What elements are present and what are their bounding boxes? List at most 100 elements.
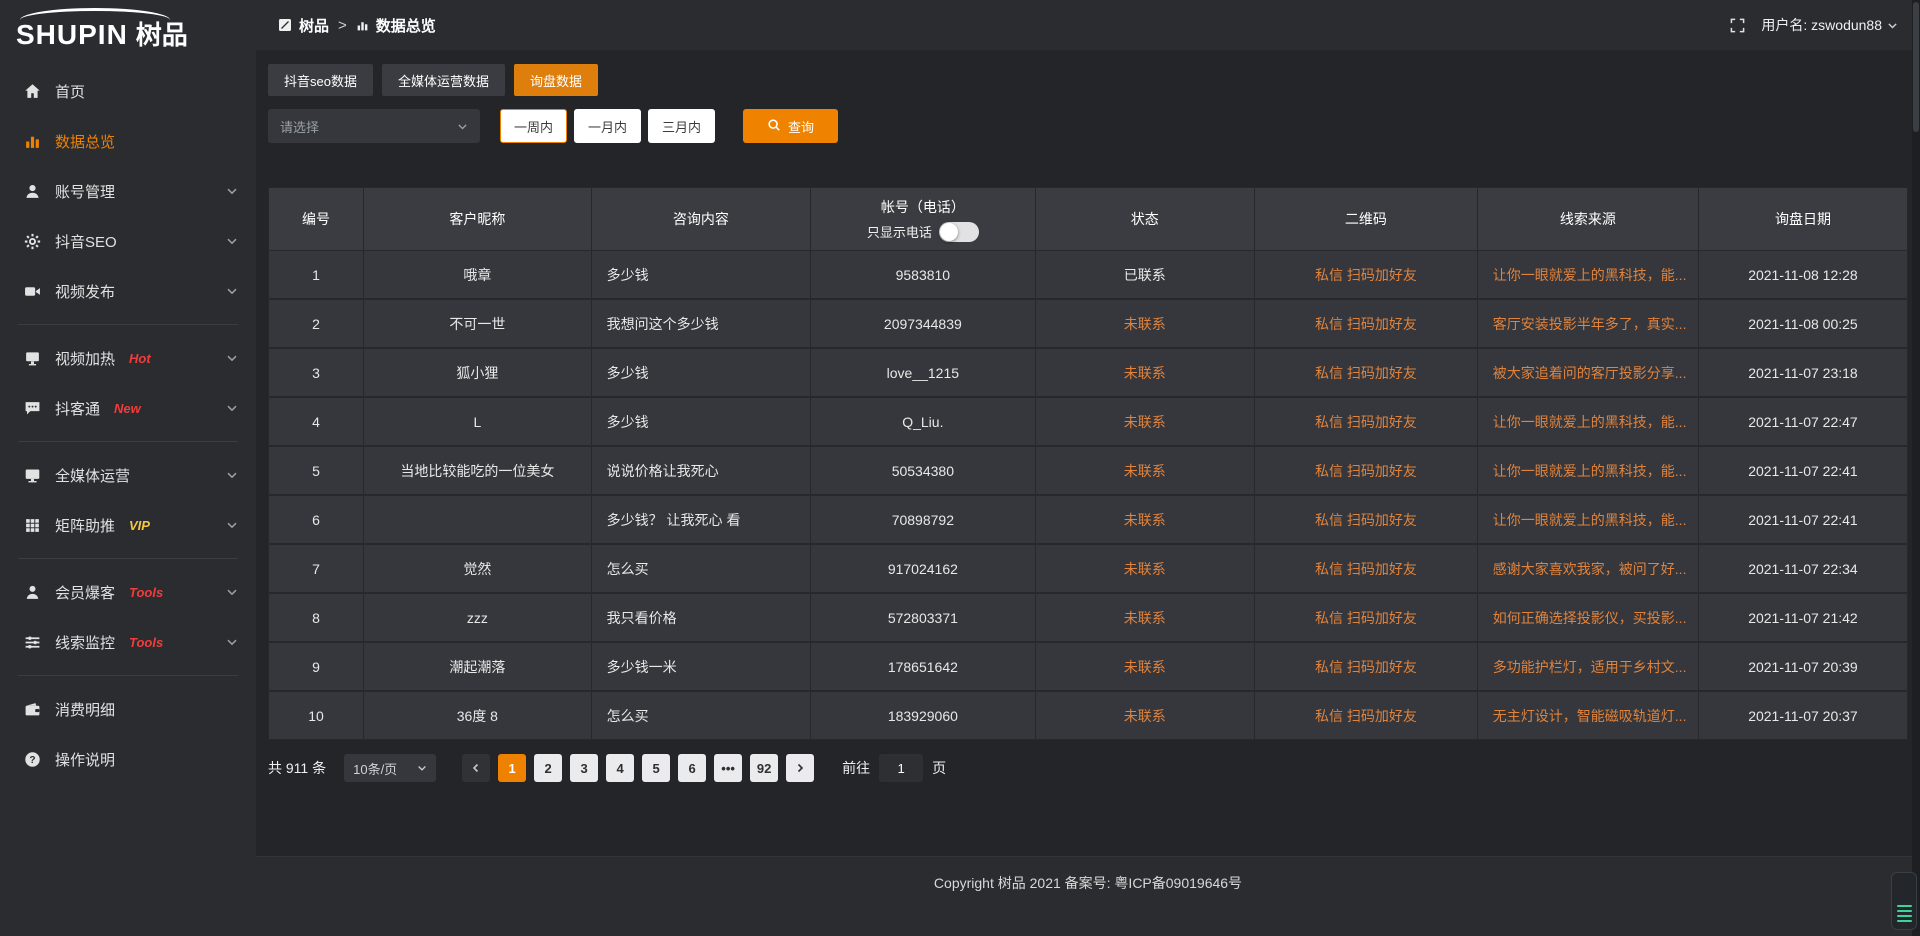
cell-id: 3 (269, 349, 364, 396)
table-row: 7觉然怎么买917024162未联系私信 扫码加好友感谢大家喜欢我家，被问了好.… (269, 544, 1907, 593)
sidebar-item-clue-monitor[interactable]: 线索监控Tools (0, 617, 256, 667)
chevron-down-icon (417, 763, 427, 773)
chevron-down-icon (226, 519, 238, 531)
cell-qrcode[interactable]: 私信 扫码加好友 (1255, 447, 1478, 494)
cell-qrcode[interactable]: 私信 扫码加好友 (1255, 643, 1478, 690)
user-icon (22, 183, 42, 200)
pager: 123456 ••• 92 (462, 754, 814, 782)
tab-inquiry-data[interactable]: 询盘数据 (514, 64, 598, 96)
sidebar-item-matrix-boost[interactable]: 矩阵助推VIP (0, 500, 256, 550)
cell-nickname: 狐小狸 (364, 349, 592, 396)
cell-content: 多少钱？ 让我死心 看 (592, 496, 811, 543)
range-button-week[interactable]: 一周内 (500, 109, 567, 143)
sidebar-item-home[interactable]: 首页 (0, 66, 256, 116)
sidebar-item-badge: New (114, 401, 141, 416)
sidebar-item-help[interactable]: ?操作说明 (0, 734, 256, 784)
cell-source[interactable]: 让你一眼就爱上的黑科技，能... (1478, 447, 1699, 494)
cell-source[interactable]: 如何正确选择投影仪，买投影... (1478, 594, 1699, 641)
breadcrumb-separator: > (338, 17, 347, 34)
cell-source[interactable]: 让你一眼就爱上的黑科技，能... (1478, 398, 1699, 445)
page-size-value: 10条/页 (353, 759, 397, 778)
sidebar-item-label: 视频发布 (55, 281, 115, 302)
cell-source[interactable]: 无主灯设计，智能磁吸轨道灯... (1478, 692, 1699, 739)
cell-qrcode[interactable]: 私信 扫码加好友 (1255, 251, 1478, 298)
pagination: 共 911 条 10条/页 123456•••92 前往 1 页 (268, 754, 1908, 782)
column-header-account: 帐号（电话） 只显示电话 (811, 188, 1035, 250)
tab-media-ops-data[interactable]: 全媒体运营数据 (382, 64, 505, 96)
cell-source[interactable]: 让你一眼就爱上的黑科技，能... (1478, 251, 1699, 298)
sidebar-item-doukertong[interactable]: 抖客通 New (0, 383, 256, 433)
cell-qrcode[interactable]: 私信 扫码加好友 (1255, 349, 1478, 396)
tab-douyin-seo-data[interactable]: 抖音seo数据 (268, 64, 373, 96)
page-button-3[interactable]: 3 (570, 754, 598, 782)
cell-qrcode[interactable]: 私信 扫码加好友 (1255, 545, 1478, 592)
cell-qrcode[interactable]: 私信 扫码加好友 (1255, 692, 1478, 739)
cell-qrcode[interactable]: 私信 扫码加好友 (1255, 594, 1478, 641)
chevron-down-icon (226, 469, 238, 481)
breadcrumb-home[interactable]: 树品 (299, 15, 329, 36)
cell-content: 多少钱一米 (592, 643, 811, 690)
user-menu[interactable]: 用户名: zswodun88 (1761, 15, 1898, 35)
grid-icon (22, 517, 42, 534)
filter-select[interactable]: 请选择 (268, 109, 480, 143)
page-button-5[interactable]: 5 (642, 754, 670, 782)
scrollbar[interactable] (1912, 0, 1920, 936)
table-header-row: 编号 客户昵称 咨询内容 帐号（电话） 只显示电话 状态 二维码 线索来源 询盘… (269, 188, 1907, 250)
cell-nickname: 潮起潮落 (364, 643, 592, 690)
sidebar-item-video-heat[interactable]: 视频加热Hot (0, 333, 256, 383)
column-header-content: 咨询内容 (592, 188, 811, 250)
sidebar-item-member-boom[interactable]: 会员爆客Tools (0, 567, 256, 617)
cell-qrcode[interactable]: 私信 扫码加好友 (1255, 496, 1478, 543)
range-button-month[interactable]: 一月内 (574, 109, 641, 143)
sidebar-item-label: 抖客通 (55, 398, 100, 419)
sidebar-divider (18, 558, 238, 559)
search-button[interactable]: 查询 (743, 109, 838, 143)
sidebar-item-data-overview[interactable]: 数据总览 (0, 116, 256, 166)
table-row: 4L多少钱Q_Liu.未联系私信 扫码加好友让你一眼就爱上的黑科技，能...20… (269, 397, 1907, 446)
goto-label: 前往 (842, 758, 870, 778)
sidebar-item-douyin-seo[interactable]: 抖音SEO (0, 216, 256, 266)
page-button-1[interactable]: 1 (498, 754, 526, 782)
table-row: 9潮起潮落多少钱一米178651642未联系私信 扫码加好友多功能护栏灯，适用于… (269, 642, 1907, 691)
toggle-knob (940, 223, 958, 241)
sidebar-item-media-ops[interactable]: 全媒体运营 (0, 450, 256, 500)
cell-source[interactable]: 客厅安装投影半年多了，真实... (1478, 300, 1699, 347)
sidebar-divider (18, 441, 238, 442)
chat-icon (22, 400, 42, 417)
bar-chart-icon (22, 133, 42, 150)
range-button-quarter[interactable]: 三月内 (648, 109, 715, 143)
cell-qrcode[interactable]: 私信 扫码加好友 (1255, 398, 1478, 445)
sidebar-item-label: 操作说明 (55, 749, 115, 770)
page-size-select[interactable]: 10条/页 (344, 754, 436, 782)
sidebar-item-label: 抖音SEO (55, 231, 117, 252)
sidebar-item-consume-detail[interactable]: 消费明细 (0, 684, 256, 734)
cell-nickname (364, 496, 592, 543)
goto-page-input[interactable]: 1 (879, 754, 923, 782)
sidebar-item-video-publish[interactable]: 视频发布 (0, 266, 256, 316)
cell-source[interactable]: 多功能护栏灯，适用于乡村文... (1478, 643, 1699, 690)
cell-date: 2021-11-07 21:42 (1699, 594, 1907, 641)
cell-date: 2021-11-08 00:25 (1699, 300, 1907, 347)
sidebar-item-label: 矩阵助推 (55, 515, 115, 536)
scrollbar-thumb[interactable] (1913, 2, 1919, 132)
page-ellipsis[interactable]: ••• (714, 754, 742, 782)
page-button-2[interactable]: 2 (534, 754, 562, 782)
sidebar-item-badge: Hot (129, 351, 151, 366)
cell-date: 2021-11-07 22:47 (1699, 398, 1907, 445)
cell-source[interactable]: 被大家追着问的客厅投影分享... (1478, 349, 1699, 396)
sidebar-item-account-manage[interactable]: 账号管理 (0, 166, 256, 216)
cell-source[interactable]: 让你一眼就爱上的黑科技，能... (1478, 496, 1699, 543)
page-button-92[interactable]: 92 (750, 754, 778, 782)
copyright: Copyright 树品 2021 备案号: 粤ICP备09019646号 (934, 873, 1242, 936)
fullscreen-icon[interactable] (1730, 18, 1745, 33)
monitor-icon (22, 350, 42, 367)
cell-date: 2021-11-07 22:41 (1699, 496, 1907, 543)
phone-only-toggle[interactable] (939, 222, 979, 242)
prev-page-button[interactable] (462, 754, 490, 782)
cell-qrcode[interactable]: 私信 扫码加好友 (1255, 300, 1478, 347)
page-button-6[interactable]: 6 (678, 754, 706, 782)
cell-source[interactable]: 感谢大家喜欢我家，被问了好... (1478, 545, 1699, 592)
next-page-button[interactable] (786, 754, 814, 782)
cell-id: 9 (269, 643, 364, 690)
page-button-4[interactable]: 4 (606, 754, 634, 782)
